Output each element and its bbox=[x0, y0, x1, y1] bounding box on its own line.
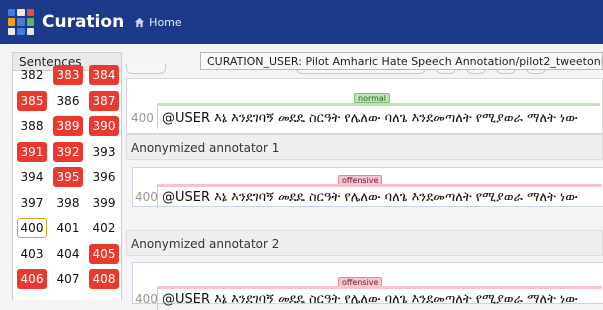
sentence-number: 400 bbox=[135, 190, 158, 204]
sentence-cell-386[interactable]: 386 bbox=[53, 91, 83, 111]
logo-square bbox=[26, 9, 34, 17]
home-link[interactable]: Home bbox=[134, 15, 182, 29]
sentence-cell-405[interactable]: 405 bbox=[89, 243, 119, 264]
sentence-cell-383[interactable]: 383 bbox=[53, 65, 83, 85]
sentence-cell-398[interactable]: 398 bbox=[53, 193, 83, 213]
home-label: Home bbox=[149, 15, 182, 29]
sentence-cell-397[interactable]: 397 bbox=[17, 193, 47, 213]
document-title-bar[interactable]: CURATION_USER: Pilot Amharic Hate Speech… bbox=[200, 52, 603, 70]
normal-tag[interactable]: normal bbox=[354, 93, 391, 103]
sentence-cell-391[interactable]: 391 bbox=[17, 141, 47, 162]
sentences-panel: Sentences 382 383 384 385 386 387 388 389 390 391… bbox=[12, 52, 122, 300]
logo-square bbox=[17, 9, 25, 17]
sentence-text[interactable]: @USER እኔ እንደገባኝ መደዴ ስርዓት የሌለው ባለጌ እንደመጣለ… bbox=[157, 186, 578, 208]
annotator-2-panel: offensive 400 @USER እኔ እንደገባኝ መደዴ ስርዓት የ… bbox=[126, 256, 603, 310]
sentence-cell-394[interactable]: 394 bbox=[17, 167, 47, 187]
sentence-cell-388[interactable]: 388 bbox=[17, 116, 47, 136]
sentence-cell-382[interactable]: 382 bbox=[17, 65, 47, 85]
sentence-cell-395[interactable]: 395 bbox=[53, 167, 83, 187]
sentence-cell-389[interactable]: 389 bbox=[53, 116, 83, 136]
normal-annotation-span[interactable] bbox=[157, 103, 600, 106]
logo-square bbox=[8, 18, 16, 26]
annotator-1-box: offensive 400 @USER እኔ እንደገባኝ መደዴ ስርዓት የ… bbox=[132, 167, 603, 208]
sentence-cell-390[interactable]: 390 bbox=[89, 116, 119, 136]
ghost-tab bbox=[126, 64, 166, 74]
sentence-cell-404[interactable]: 404 bbox=[53, 244, 83, 264]
sentence-cell-399[interactable]: 399 bbox=[89, 193, 119, 213]
curation-sentence[interactable]: 400 @USER እኔ እንደገባኝ መደዴ ስርዓት የሌለው ባለጌ እን… bbox=[127, 107, 602, 129]
sentence-cell-403[interactable]: 403 bbox=[17, 244, 47, 264]
sentence-cell-387[interactable]: 387 bbox=[89, 90, 119, 111]
app-title: Curation bbox=[42, 12, 125, 32]
sentence-cell-393[interactable]: 393 bbox=[89, 142, 119, 162]
annotator-1-sentence[interactable]: 400 @USER እኔ እንደገባኝ መደዴ ስርዓት የሌለው ባለጌ እን… bbox=[133, 186, 603, 208]
logo-square bbox=[17, 27, 25, 35]
annotator-1-panel: offensive 400 @USER እኔ እንደገባኝ መደዴ ስርዓት የ… bbox=[126, 160, 603, 216]
top-navbar: Curation Home bbox=[0, 0, 603, 44]
annotator-2-sentence[interactable]: 400 @USER እኔ እንደገባኝ መደዴ ስርዓት የሌለው ባለጌ እን… bbox=[133, 288, 603, 310]
sentence-cell-402[interactable]: 402 bbox=[89, 218, 119, 238]
logo-square bbox=[8, 9, 16, 17]
sentence-text[interactable]: @USER እኔ እንደገባኝ መደዴ ስርዓት የሌለው ባለጌ እንደመጣለ… bbox=[157, 107, 578, 129]
annotator-1-header: Anonymized annotator 1 bbox=[126, 134, 603, 160]
annotator-2-box: offensive 400 @USER እኔ እንደገባኝ መደዴ ስርዓት የ… bbox=[132, 262, 603, 310]
sentence-cell-406[interactable]: 406 bbox=[17, 269, 47, 289]
sentence-cell-407[interactable]: 407 bbox=[53, 269, 83, 289]
logo-square bbox=[26, 18, 34, 26]
home-icon bbox=[135, 17, 145, 27]
sentence-cell-385[interactable]: 385 bbox=[17, 90, 47, 111]
sentence-cell-400[interactable]: 400 bbox=[17, 218, 47, 238]
logo-square bbox=[26, 27, 34, 35]
curation-area: CURATION_USER: Pilot Amharic Hate Speech… bbox=[126, 52, 603, 310]
app-logo-icon bbox=[8, 9, 34, 35]
logo-square bbox=[17, 18, 25, 26]
sentence-cell-396[interactable]: 396 bbox=[89, 167, 119, 187]
sentence-number: 400 bbox=[131, 111, 154, 125]
sentence-grid: 382 383 384 385 386 387 388 389 390 391 392 393 394 3… bbox=[13, 65, 121, 289]
sentence-cell-401[interactable]: 401 bbox=[53, 218, 83, 238]
sentence-cell-384[interactable]: 384 bbox=[89, 65, 119, 85]
annotator-2-header: Anonymized annotator 2 bbox=[126, 230, 603, 256]
sentence-cell-392[interactable]: 392 bbox=[53, 141, 83, 162]
logo-square bbox=[8, 27, 16, 35]
curation-panel: normal 400 @USER እኔ እንደገባኝ መደዴ ስርዓት የሌለው… bbox=[126, 78, 603, 134]
sentence-text[interactable]: @USER እኔ እንደገባኝ መደዴ ስርዓት የሌለው ባለጌ እንደመጣለ… bbox=[157, 288, 578, 310]
sentence-number: 400 bbox=[135, 292, 158, 306]
sentence-cell-408[interactable]: 408 bbox=[89, 269, 119, 289]
